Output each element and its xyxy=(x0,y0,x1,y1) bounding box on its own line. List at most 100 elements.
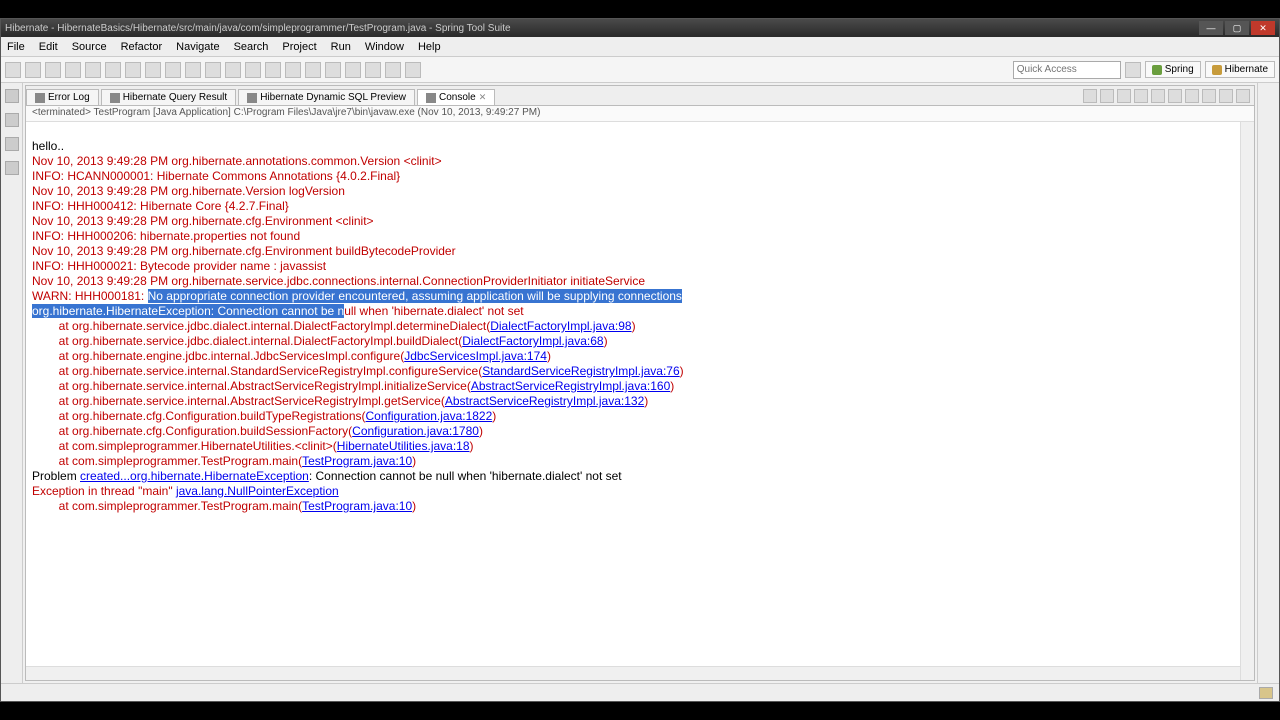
console-line: Problem xyxy=(32,469,80,483)
console-line: Exception in thread "main" xyxy=(32,484,176,498)
annotation-icon[interactable] xyxy=(285,62,301,78)
stack-link[interactable]: AbstractServiceRegistryImpl.java:132 xyxy=(445,394,644,408)
console-icon xyxy=(426,93,436,103)
display-selected-icon[interactable] xyxy=(1185,89,1199,103)
menu-navigate[interactable]: Navigate xyxy=(176,41,219,53)
stack-link[interactable]: TestProgram.java:10 xyxy=(302,499,412,513)
console-line: at org.hibernate.service.jdbc.dialect.in… xyxy=(32,319,490,333)
menu-refactor[interactable]: Refactor xyxy=(121,41,163,53)
stack-link[interactable]: HibernateUtilities.java:18 xyxy=(337,439,470,453)
console-line: WARN: HHH000181: xyxy=(32,289,148,303)
tab-hql-result[interactable]: Hibernate Query Result xyxy=(101,89,237,105)
menu-edit[interactable]: Edit xyxy=(39,41,58,53)
console-line: at org.hibernate.service.internal.Abstra… xyxy=(32,394,445,408)
new-icon[interactable] xyxy=(5,62,21,78)
save-icon[interactable] xyxy=(25,62,41,78)
external-tools-icon[interactable] xyxy=(165,62,181,78)
scroll-lock-icon[interactable] xyxy=(1151,89,1165,103)
left-trim xyxy=(1,83,23,683)
status-bar xyxy=(1,683,1279,701)
console-line: at com.simpleprogrammer.HibernateUtiliti… xyxy=(32,439,337,453)
stack-link[interactable]: JdbcServicesImpl.java:174 xyxy=(404,349,547,363)
app-window: Hibernate - HibernateBasics/Hibernate/sr… xyxy=(0,18,1280,702)
tab-dynamic-sql[interactable]: Hibernate Dynamic SQL Preview xyxy=(238,89,415,105)
console-line: INFO: HCANN000001: Hibernate Commons Ann… xyxy=(32,169,400,183)
selected-text: No appropriate connection provider encou… xyxy=(148,289,682,303)
up-icon[interactable] xyxy=(385,62,401,78)
trim-icon[interactable] xyxy=(5,161,19,175)
task-icon[interactable] xyxy=(305,62,321,78)
new-class-icon[interactable] xyxy=(225,62,241,78)
toggle-icon[interactable] xyxy=(325,62,341,78)
menu-help[interactable]: Help xyxy=(418,41,441,53)
search-icon[interactable] xyxy=(265,62,281,78)
print-icon[interactable] xyxy=(65,62,81,78)
terminate-icon[interactable] xyxy=(1083,89,1097,103)
stack-link[interactable]: Configuration.java:1780 xyxy=(352,424,479,438)
open-perspective-icon[interactable] xyxy=(1125,62,1141,78)
vertical-scrollbar[interactable] xyxy=(1240,122,1254,680)
trim-icon[interactable] xyxy=(5,113,19,127)
new-package-icon[interactable] xyxy=(205,62,221,78)
console-line: at org.hibernate.cfg.Configuration.build… xyxy=(32,424,352,438)
stack-link[interactable]: Configuration.java:1822 xyxy=(366,409,493,423)
close-button[interactable]: ✕ xyxy=(1251,21,1275,35)
remove-all-icon[interactable] xyxy=(1117,89,1131,103)
forward-icon[interactable] xyxy=(365,62,381,78)
trim-icon[interactable] xyxy=(5,89,19,103)
perspective-spring[interactable]: Spring xyxy=(1145,61,1201,78)
back-icon[interactable] xyxy=(345,62,361,78)
menu-run[interactable]: Run xyxy=(331,41,351,53)
console-line: INFO: HHH000412: Hibernate Core {4.2.7.F… xyxy=(32,199,289,213)
console-line: ull when 'hibernate.dialect' not set xyxy=(344,304,523,318)
tab-error-log[interactable]: Error Log xyxy=(26,89,99,105)
stack-link[interactable]: java.lang.NullPointerException xyxy=(176,484,339,498)
save-all-icon[interactable] xyxy=(45,62,61,78)
build-icon[interactable] xyxy=(85,62,101,78)
menu-source[interactable]: Source xyxy=(72,41,107,53)
console-line: Nov 10, 2013 9:49:28 PM org.hibernate.se… xyxy=(32,274,645,288)
console-line: Nov 10, 2013 9:49:28 PM org.hibernate.Ve… xyxy=(32,184,345,198)
minimize-view-icon[interactable] xyxy=(1219,89,1233,103)
debug-icon[interactable] xyxy=(105,62,121,78)
run-last-icon[interactable] xyxy=(145,62,161,78)
console-line: Nov 10, 2013 9:49:28 PM org.hibernate.cf… xyxy=(32,244,456,258)
menu-file[interactable]: File xyxy=(7,41,25,53)
console-line: at org.hibernate.cfg.Configuration.build… xyxy=(32,409,366,423)
status-icon[interactable] xyxy=(1259,687,1273,699)
clear-console-icon[interactable] xyxy=(1134,89,1148,103)
view-tabs: Error Log Hibernate Query Result Hiberna… xyxy=(26,86,1254,106)
stack-link[interactable]: TestProgram.java:10 xyxy=(302,454,412,468)
selected-text: org.hibernate.HibernateException: Connec… xyxy=(32,304,344,318)
close-tab-icon[interactable]: ✕ xyxy=(479,92,487,103)
titlebar[interactable]: Hibernate - HibernateBasics/Hibernate/sr… xyxy=(1,19,1279,37)
menu-search[interactable]: Search xyxy=(234,41,269,53)
console-line: at org.hibernate.service.jdbc.dialect.in… xyxy=(32,334,462,348)
console-line: hello.. xyxy=(32,139,64,153)
maximize-button[interactable]: ▢ xyxy=(1225,21,1249,35)
new-project-icon[interactable] xyxy=(185,62,201,78)
horizontal-scrollbar[interactable] xyxy=(26,666,1240,680)
open-type-icon[interactable] xyxy=(245,62,261,78)
menu-window[interactable]: Window xyxy=(365,41,404,53)
trim-icon[interactable] xyxy=(5,137,19,151)
run-icon[interactable] xyxy=(125,62,141,78)
console-line: INFO: HHH000021: Bytecode provider name … xyxy=(32,259,326,273)
menu-project[interactable]: Project xyxy=(282,41,316,53)
minimize-button[interactable]: — xyxy=(1199,21,1223,35)
stack-link[interactable]: DialectFactoryImpl.java:68 xyxy=(462,334,603,348)
pin-console-icon[interactable] xyxy=(1168,89,1182,103)
tab-console[interactable]: Console✕ xyxy=(417,89,495,105)
stack-link[interactable]: StandardServiceRegistryImpl.java:76 xyxy=(482,364,679,378)
stack-link[interactable]: DialectFactoryImpl.java:98 xyxy=(490,319,631,333)
quick-access-input[interactable] xyxy=(1013,61,1121,79)
maximize-view-icon[interactable] xyxy=(1236,89,1250,103)
hql-icon xyxy=(110,93,120,103)
open-console-icon[interactable] xyxy=(1202,89,1216,103)
console-output[interactable]: hello.. Nov 10, 2013 9:49:28 PM org.hibe… xyxy=(26,122,1254,680)
stack-link[interactable]: AbstractServiceRegistryImpl.java:160 xyxy=(471,379,670,393)
stack-link[interactable]: created...org.hibernate.HibernateExcepti… xyxy=(80,469,309,483)
perspective-hibernate[interactable]: Hibernate xyxy=(1205,61,1275,78)
remove-launch-icon[interactable] xyxy=(1100,89,1114,103)
pin-icon[interactable] xyxy=(405,62,421,78)
